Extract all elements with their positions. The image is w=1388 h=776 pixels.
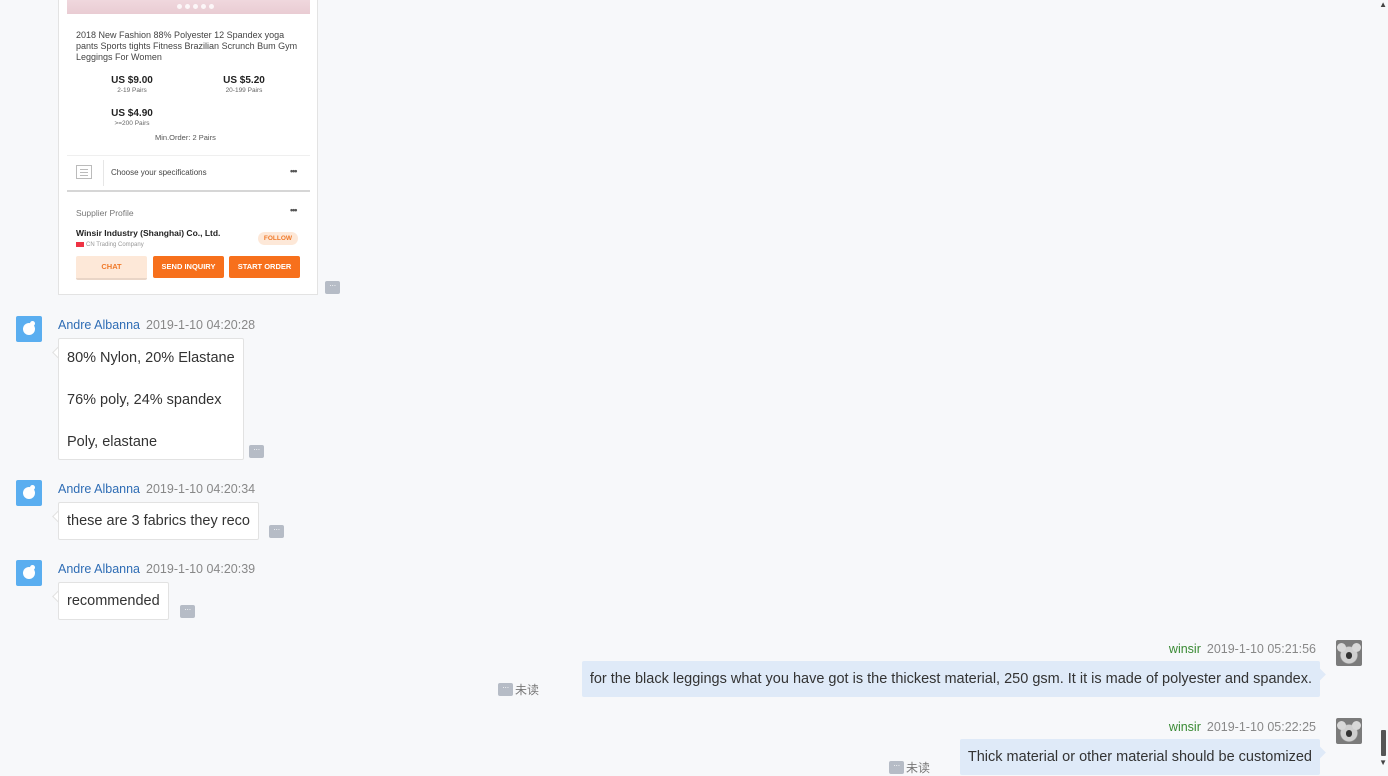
price-range: >=200 Pairs	[114, 120, 150, 127]
sender-name[interactable]: Andre Albanna	[58, 482, 140, 496]
supplier-profile-label: Supplier Profile	[76, 208, 134, 218]
avatar[interactable]	[16, 316, 42, 342]
avatar[interactable]	[1336, 718, 1362, 744]
message-line: 76% poly, 24% spandex	[67, 392, 222, 408]
scroll-up-arrow[interactable]: ▲	[1379, 0, 1387, 9]
message-time: 2019-1-10 04:20:39	[146, 562, 256, 576]
message-bubble[interactable]: recommended	[58, 582, 169, 620]
flag-icon	[76, 242, 84, 247]
product-title[interactable]: 2018 New Fashion 88% Polyester 12 Spande…	[76, 30, 298, 63]
message-text: these are 3 fabrics they reco	[67, 513, 250, 529]
price-tier: US $5.20 20-199 Pairs	[214, 75, 274, 94]
product-card[interactable]: 2018 New Fashion 88% Polyester 12 Spande…	[58, 0, 318, 295]
message-header: winsir 2019-1-10 05:21:56	[1169, 642, 1316, 656]
scroll-down-arrow[interactable]: ▼	[1379, 758, 1387, 767]
specifications-row[interactable]: Choose your specifications •••	[67, 155, 310, 192]
sender-name[interactable]: Andre Albanna	[58, 318, 140, 332]
avatar[interactable]	[16, 560, 42, 586]
supplier-type-text: CN Trading Company	[86, 242, 144, 249]
price-value: US $5.20	[223, 75, 265, 86]
product-image[interactable]	[67, 0, 310, 14]
message-bubble[interactable]: these are 3 fabrics they reco	[58, 502, 259, 540]
sender-name[interactable]: Andre Albanna	[58, 562, 140, 576]
send-inquiry-button[interactable]: SEND INQUIRY	[153, 256, 224, 278]
message-header: Andre Albanna 2019-1-10 04:20:34	[58, 482, 255, 496]
message-bubble[interactable]: 80% Nylon, 20% Elastane 76% poly, 24% sp…	[58, 338, 244, 460]
message-header: Andre Albanna 2019-1-10 04:20:39	[58, 562, 255, 576]
avatar[interactable]	[16, 480, 42, 506]
message-header: Andre Albanna 2019-1-10 04:20:28	[58, 318, 255, 332]
chat-button[interactable]: CHAT	[76, 256, 147, 280]
price-value: US $4.90	[111, 108, 153, 119]
divider	[103, 160, 104, 186]
message-more-button[interactable]: ···	[269, 525, 284, 538]
message-text: Thick material or other material should …	[967, 749, 1312, 765]
message-time: 2019-1-10 05:21:56	[1206, 642, 1316, 656]
unread-status: 未读	[906, 761, 931, 775]
price-tier: US $9.00 2-19 Pairs	[102, 75, 162, 94]
message-line: Poly, elastane	[67, 434, 158, 450]
scrollbar-thumb[interactable]	[1381, 730, 1386, 756]
price-range: 2-19 Pairs	[117, 87, 147, 94]
message-more-button[interactable]: ···	[180, 605, 195, 618]
avatar[interactable]	[1336, 640, 1362, 666]
message-bubble[interactable]: Thick material or other material should …	[959, 739, 1320, 775]
message-line: 80% Nylon, 20% Elastane	[67, 350, 235, 366]
message-time: 2019-1-10 04:20:34	[146, 482, 256, 496]
supplier-type: CN Trading Company	[76, 242, 144, 248]
message-header: winsir 2019-1-10 05:22:25	[1169, 720, 1316, 734]
message-more-button[interactable]: ···	[325, 281, 340, 294]
price-tier: US $4.90 >=200 Pairs	[102, 108, 162, 127]
message-more-button[interactable]: ···	[889, 761, 904, 774]
specifications-label: Choose your specifications	[111, 168, 207, 177]
start-order-button[interactable]: START ORDER	[229, 256, 300, 278]
more-icon[interactable]: •••	[290, 205, 298, 215]
supplier-name[interactable]: Winsir Industry (Shanghai) Co., Ltd.	[76, 228, 220, 238]
carousel-dots	[177, 4, 214, 10]
more-icon[interactable]: •••	[290, 166, 298, 176]
message-text: for the black leggings what you have got…	[589, 671, 1312, 687]
sender-name[interactable]: winsir	[1169, 642, 1201, 656]
message-more-button[interactable]: ···	[498, 683, 513, 696]
message-time: 2019-1-10 04:20:28	[146, 318, 256, 332]
price-range: 20-199 Pairs	[225, 87, 263, 94]
follow-button[interactable]: FOLLOW	[258, 232, 298, 245]
message-more-button[interactable]: ···	[249, 445, 264, 458]
price-value: US $9.00	[111, 75, 153, 86]
sender-name[interactable]: winsir	[1169, 720, 1201, 734]
message-bubble[interactable]: for the black leggings what you have got…	[581, 661, 1320, 697]
min-order: Min.Order: 2 Pairs	[155, 133, 216, 142]
message-text: recommended	[67, 593, 160, 609]
unread-status: 未读	[515, 683, 540, 697]
list-icon	[76, 165, 92, 179]
message-time: 2019-1-10 05:22:25	[1206, 720, 1316, 734]
